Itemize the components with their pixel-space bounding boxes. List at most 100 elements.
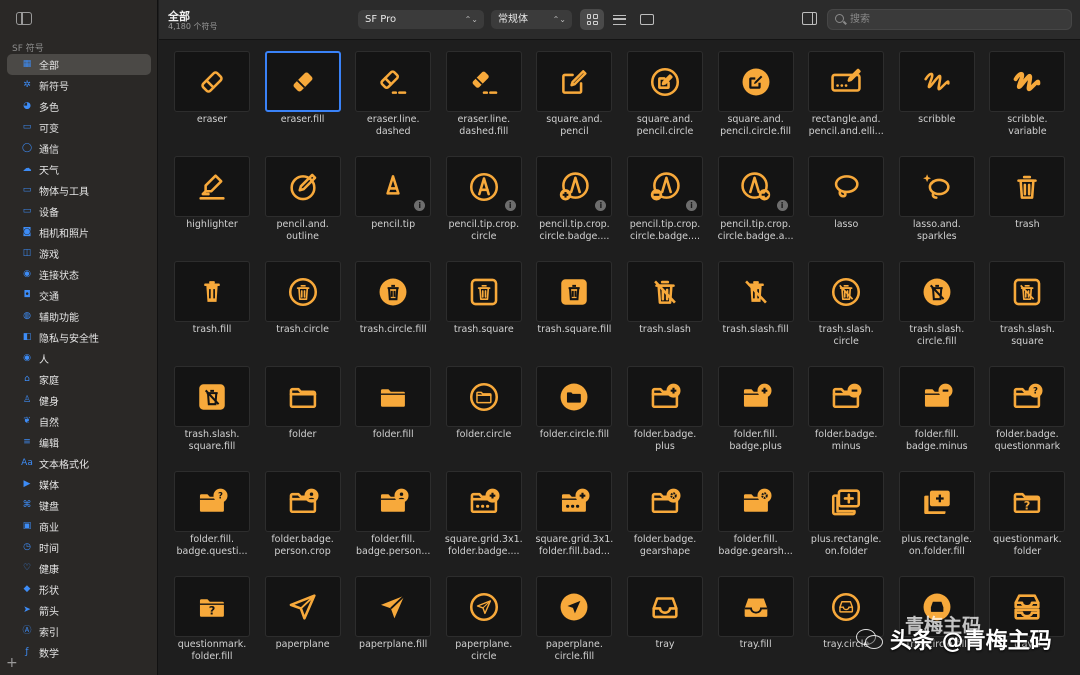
symbol-tile[interactable]: i xyxy=(445,156,522,217)
sidebar-item[interactable]: ◷ 时间 xyxy=(7,537,151,558)
info-icon[interactable]: i xyxy=(414,200,426,211)
symbol-tile[interactable]: ? xyxy=(989,366,1066,427)
symbol-cell[interactable]: ? folder.fill. badge.questi... xyxy=(174,471,250,576)
symbol-cell[interactable]: tray xyxy=(627,576,703,675)
symbol-tile[interactable] xyxy=(989,261,1066,322)
symbol-tile[interactable]: i xyxy=(536,156,613,217)
symbol-tile[interactable] xyxy=(445,471,522,532)
symbol-cell[interactable]: folder.fill. badge.person... xyxy=(355,471,432,576)
symbol-cell[interactable]: trash.fill xyxy=(174,261,250,366)
symbol-cell[interactable]: i pencil.tip.crop. circle xyxy=(445,156,522,261)
symbol-tile[interactable] xyxy=(627,51,703,112)
symbol-tile[interactable] xyxy=(355,261,432,322)
info-icon[interactable]: i xyxy=(776,200,788,211)
symbol-tile[interactable] xyxy=(536,471,613,532)
symbol-cell[interactable]: plus.rectangle. on.folder xyxy=(808,471,885,576)
symbol-tile[interactable] xyxy=(627,261,703,322)
symbol-tile[interactable] xyxy=(627,576,703,637)
sidebar-item[interactable]: ☁ 天气 xyxy=(7,159,151,180)
symbol-tile[interactable] xyxy=(989,51,1066,112)
sidebar-item[interactable]: ◕ 多色 xyxy=(7,96,151,117)
symbol-cell[interactable]: square.and. pencil xyxy=(536,51,613,156)
font-select[interactable]: SF Pro ⌃⌄ xyxy=(358,10,484,29)
sidebar-item[interactable]: ▭ 可变 xyxy=(7,117,151,138)
symbol-cell[interactable]: eraser.fill xyxy=(264,51,341,156)
symbol-cell[interactable]: ? folder.badge. questionmark xyxy=(989,366,1066,471)
symbol-tile[interactable] xyxy=(898,156,975,217)
sidebar-item[interactable]: ◧ 隐私与安全性 xyxy=(7,327,151,348)
symbol-tile[interactable] xyxy=(627,366,703,427)
symbol-cell[interactable]: i pencil.tip.crop. circle.badge.... xyxy=(536,156,613,261)
symbol-cell[interactable]: trash.circle.fill xyxy=(355,261,432,366)
sidebar-item[interactable]: ▭ 物体与工具 xyxy=(7,180,151,201)
sidebar-item[interactable]: ◙ 相机和照片 xyxy=(7,222,151,243)
sidebar-item[interactable]: ▣ 商业 xyxy=(7,516,151,537)
symbol-cell[interactable]: folder xyxy=(264,366,341,471)
symbol-tile[interactable] xyxy=(264,261,341,322)
symbol-cell[interactable]: highlighter xyxy=(174,156,250,261)
symbol-cell[interactable]: folder.badge. plus xyxy=(627,366,703,471)
sidebar-item[interactable]: ♙ 健身 xyxy=(7,390,151,411)
symbol-cell[interactable]: trash xyxy=(989,156,1066,261)
sidebar-item[interactable]: ◉ 人 xyxy=(7,348,151,369)
symbol-tile[interactable] xyxy=(808,156,885,217)
weight-select[interactable]: 常规体 ⌃⌄ xyxy=(491,10,572,29)
symbol-cell[interactable]: i pencil.tip.crop. circle.badge.... xyxy=(627,156,703,261)
symbol-tile[interactable] xyxy=(264,471,341,532)
symbol-cell[interactable]: folder.fill. badge.gearsh... xyxy=(717,471,794,576)
info-icon[interactable]: i xyxy=(686,200,697,211)
symbol-cell[interactable]: folder.circle.fill xyxy=(536,366,613,471)
symbol-cell[interactable]: folder.fill xyxy=(355,366,432,471)
list-view-button[interactable] xyxy=(607,9,631,30)
symbol-cell[interactable]: trash.circle xyxy=(264,261,341,366)
symbol-tile[interactable] xyxy=(355,576,432,637)
symbol-tile[interactable]: ? xyxy=(989,471,1066,532)
symbol-tile[interactable] xyxy=(355,366,432,427)
symbol-tile[interactable]: i xyxy=(627,156,703,217)
symbol-tile[interactable] xyxy=(264,576,341,637)
symbol-tile[interactable] xyxy=(174,261,250,322)
symbol-tile[interactable] xyxy=(717,366,794,427)
info-icon[interactable]: i xyxy=(595,200,607,211)
symbol-cell[interactable]: square.grid.3x1. folder.fill.bad... xyxy=(536,471,613,576)
symbol-cell[interactable]: eraser xyxy=(174,51,250,156)
symbol-cell[interactable]: trash.square xyxy=(445,261,522,366)
symbol-cell[interactable]: ? questionmark. folder.fill xyxy=(174,576,250,675)
sidebar-item[interactable]: ▶ 媒体 xyxy=(7,474,151,495)
symbol-cell[interactable]: paperplane. circle.fill xyxy=(536,576,613,675)
sidebar-item[interactable]: ◘ 交通 xyxy=(7,285,151,306)
grid-view-button[interactable] xyxy=(580,9,604,30)
symbol-tile[interactable] xyxy=(627,471,703,532)
symbol-cell[interactable]: folder.badge. gearshape xyxy=(627,471,703,576)
symbol-cell[interactable]: i pencil.tip.crop. circle.badge.a... xyxy=(717,156,794,261)
sidebar-toggle-icon[interactable] xyxy=(16,12,32,25)
sidebar-item[interactable]: Aa 文本格式化 xyxy=(7,453,151,474)
symbol-cell[interactable]: scribble. variable xyxy=(989,51,1066,156)
symbol-cell[interactable]: trash.slash.fill xyxy=(717,261,794,366)
symbol-cell[interactable]: paperplane.fill xyxy=(355,576,432,675)
sidebar-item[interactable]: Ⓐ 索引 xyxy=(7,621,151,642)
symbol-tile[interactable] xyxy=(717,261,794,322)
sidebar-item[interactable]: ◍ 辅助功能 xyxy=(7,306,151,327)
symbol-cell[interactable]: trash.slash. square.fill xyxy=(174,366,250,471)
symbol-tile[interactable] xyxy=(536,261,613,322)
symbol-tile[interactable] xyxy=(264,51,341,112)
symbol-tile[interactable]: i xyxy=(355,156,432,217)
symbol-cell[interactable]: plus.rectangle. on.folder.fill xyxy=(898,471,975,576)
symbol-tile[interactable] xyxy=(355,471,432,532)
symbol-cell[interactable]: square.and. pencil.circle xyxy=(627,51,703,156)
symbol-tile[interactable] xyxy=(174,156,250,217)
symbol-tile[interactable] xyxy=(808,471,885,532)
symbol-cell[interactable]: pencil.and. outline xyxy=(264,156,341,261)
symbol-cell[interactable]: tray.fill xyxy=(717,576,794,675)
sidebar-item[interactable]: ▭ 设备 xyxy=(7,201,151,222)
symbol-tile[interactable] xyxy=(536,51,613,112)
sidebar-item[interactable]: ƒ 数学 xyxy=(7,642,151,663)
symbol-tile[interactable] xyxy=(717,51,794,112)
sidebar-item[interactable]: ◆ 形状 xyxy=(7,579,151,600)
symbol-tile[interactable] xyxy=(808,261,885,322)
symbol-tile[interactable] xyxy=(264,366,341,427)
symbol-tile[interactable] xyxy=(174,51,250,112)
symbol-cell[interactable]: square.grid.3x1. folder.badge.... xyxy=(445,471,523,576)
symbol-tile[interactable] xyxy=(898,471,975,532)
